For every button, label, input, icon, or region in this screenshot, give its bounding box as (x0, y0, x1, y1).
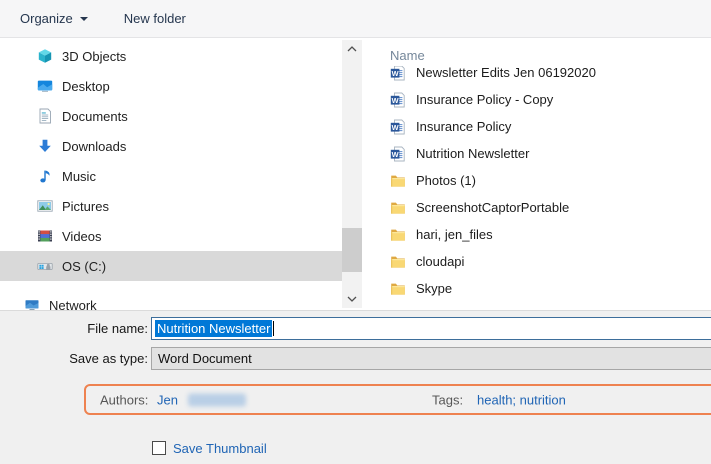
save-thumbnail-checkbox[interactable] (152, 441, 166, 455)
save-as-type-select[interactable]: Word Document (151, 347, 711, 370)
documents-icon (37, 108, 53, 124)
folder-icon (390, 200, 406, 216)
pictures-icon (37, 198, 53, 214)
file-item-insurance-policy[interactable]: W Insurance Policy (368, 113, 711, 140)
file-item-photos-1-label: Photos (1) (416, 173, 476, 188)
downloads-icon (37, 138, 53, 154)
folder-icon (390, 254, 406, 270)
file-item-cloudapi-label: cloudapi (416, 254, 464, 269)
scrollbar-thumb[interactable] (342, 228, 362, 272)
file-list-pane: Name W Newsletter Edits Jen 06192020 W Insu… (368, 39, 711, 310)
column-header-name[interactable]: Name (390, 48, 425, 63)
file-name-label: File name: (0, 321, 148, 336)
scroll-up-arrow-icon[interactable] (342, 41, 362, 57)
sidebar-item-pictures[interactable]: Pictures (0, 191, 342, 221)
sidebar-item-desktop[interactable]: Desktop (0, 71, 342, 101)
file-item-newsletter-edits-jen-06192020[interactable]: W Newsletter Edits Jen 06192020 (368, 66, 711, 86)
authors-label: Authors: (100, 392, 148, 407)
new-folder-button[interactable]: New folder (118, 0, 192, 37)
sidebar-item-music-label: Music (62, 169, 96, 184)
svg-text:W: W (392, 68, 399, 77)
folder-icon (390, 281, 406, 297)
3d-objects-icon (37, 48, 53, 64)
file-item-nutrition-newsletter-label: Nutrition Newsletter (416, 146, 529, 161)
scroll-down-arrow-icon[interactable] (342, 291, 362, 307)
sidebar-item-pictures-label: Pictures (62, 199, 109, 214)
svg-text:W: W (392, 122, 399, 131)
browser-area: 3D Objects Desktop Documents Downloads Music… (0, 39, 711, 310)
file-item-skype-label: Skype (416, 281, 452, 296)
videos-icon (37, 228, 53, 244)
sidebar-item-desktop-label: Desktop (62, 79, 110, 94)
organize-button[interactable]: Organize (14, 0, 94, 37)
text-caret (273, 321, 274, 336)
folder-icon (390, 227, 406, 243)
file-item-nutrition-newsletter[interactable]: W Nutrition Newsletter (368, 140, 711, 167)
redacted-author-surname (188, 393, 246, 406)
command-toolbar: Organize New folder (0, 0, 711, 38)
file-item-hari-jen-files[interactable]: hari, jen_files (368, 221, 711, 248)
file-item-screenshotcaptorportable[interactable]: ScreenshotCaptorPortable (368, 194, 711, 221)
file-list: W Newsletter Edits Jen 06192020 W Insurance… (368, 66, 711, 310)
file-name-selected-text: Nutrition Newsletter (155, 320, 272, 337)
word-file-icon: W (390, 119, 406, 135)
sidebar-item-videos[interactable]: Videos (0, 221, 342, 251)
chevron-down-icon (80, 17, 88, 21)
new-folder-button-label: New folder (124, 11, 186, 26)
sidebar-item-3d-objects[interactable]: 3D Objects (0, 41, 342, 71)
svg-text:W: W (392, 149, 399, 158)
sidebar-item-os-c-label: OS (C:) (62, 259, 106, 274)
file-item-skype[interactable]: Skype (368, 275, 711, 302)
file-item-hari-jen-files-label: hari, jen_files (416, 227, 493, 242)
sidebar-item-documents-label: Documents (62, 109, 128, 124)
file-item-newsletter-edits-jen-06192020-label: Newsletter Edits Jen 06192020 (416, 66, 596, 80)
file-item-photos-1[interactable]: Photos (1) (368, 167, 711, 194)
sidebar-item-music[interactable]: Music (0, 161, 342, 191)
file-item-cloudapi[interactable]: cloudapi (368, 248, 711, 275)
save-thumbnail-label[interactable]: Save Thumbnail (173, 441, 267, 456)
organize-button-label: Organize (20, 11, 73, 26)
word-file-icon: W (390, 146, 406, 162)
file-item-screenshotcaptorportable-label: ScreenshotCaptorPortable (416, 200, 569, 215)
svg-text:W: W (392, 95, 399, 104)
sidebar-item-videos-label: Videos (62, 229, 102, 244)
tags-label: Tags: (432, 392, 463, 407)
save-as-dialog: Organize New folder 3D Objects Desktop Doc… (0, 0, 711, 464)
sidebar-item-network[interactable]: Network (0, 290, 342, 310)
sidebar-item-os-c[interactable]: OS (C:) (0, 251, 342, 281)
network-icon (24, 297, 40, 310)
sidebar-item-downloads-label: Downloads (62, 139, 126, 154)
desktop-icon (37, 78, 53, 94)
file-item-insurance-policy-copy-label: Insurance Policy - Copy (416, 92, 553, 107)
file-item-insurance-policy-copy[interactable]: W Insurance Policy - Copy (368, 86, 711, 113)
os-drive-icon (37, 258, 53, 274)
music-icon (37, 168, 53, 184)
save-options-panel: File name: Nutrition Newsletter Save as … (0, 310, 711, 464)
tags-value[interactable]: health; nutrition (477, 392, 566, 407)
word-file-icon: W (390, 66, 406, 81)
folder-icon (390, 173, 406, 189)
file-name-input[interactable]: Nutrition Newsletter (151, 317, 711, 340)
sidebar-scrollbar[interactable] (342, 40, 362, 308)
authors-value[interactable]: Jen (157, 392, 178, 407)
sidebar-item-downloads[interactable]: Downloads (0, 131, 342, 161)
file-item-insurance-policy-label: Insurance Policy (416, 119, 511, 134)
save-as-type-label: Save as type: (0, 351, 148, 366)
navigation-pane: 3D Objects Desktop Documents Downloads Music… (0, 39, 342, 310)
sidebar-item-3d-objects-label: 3D Objects (62, 49, 126, 64)
sidebar-item-documents[interactable]: Documents (0, 101, 342, 131)
word-file-icon: W (390, 92, 406, 108)
metadata-highlight-box: Authors: Jen Tags: health; nutrition (84, 384, 711, 415)
sidebar-item-network-label: Network (49, 298, 97, 311)
save-as-type-value: Word Document (158, 351, 252, 366)
